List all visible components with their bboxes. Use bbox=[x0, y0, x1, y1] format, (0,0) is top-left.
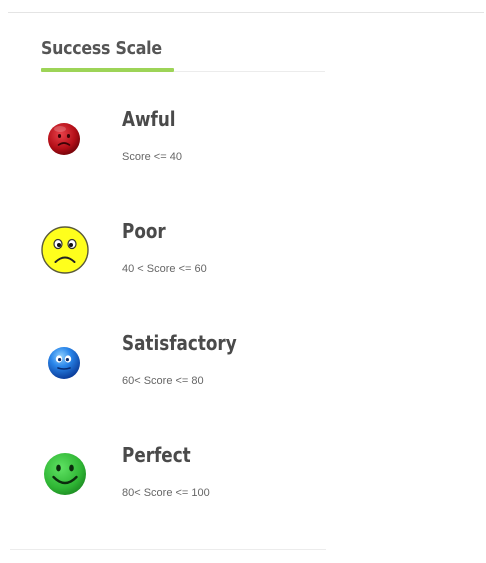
scale-item-range: 60< Score <= 80 bbox=[122, 375, 204, 387]
frowning-yellow-face-icon bbox=[41, 226, 89, 274]
smiling-green-face-icon bbox=[44, 453, 86, 495]
sad-red-face-icon bbox=[48, 123, 80, 155]
scale-item-range: 80< Score <= 100 bbox=[122, 487, 210, 499]
neutral-blue-face-icon bbox=[48, 347, 80, 379]
scale-item-name: Satisfactory bbox=[122, 331, 237, 355]
scale-item-satisfactory: Satisfactory 60< Score <= 80 bbox=[0, 331, 330, 421]
scale-item-perfect: Perfect 80< Score <= 100 bbox=[0, 443, 330, 533]
scale-item-name: Awful bbox=[122, 107, 176, 131]
bottom-divider bbox=[10, 549, 326, 550]
page-title: Success Scale bbox=[41, 38, 162, 59]
scale-item-range: Score <= 40 bbox=[122, 151, 182, 163]
scale-item-awful: Awful Score <= 40 bbox=[0, 107, 330, 197]
scale-item-range: 40 < Score <= 60 bbox=[122, 263, 207, 275]
top-divider bbox=[8, 12, 484, 13]
scale-item-name: Poor bbox=[122, 219, 166, 243]
scale-item-poor: Poor 40 < Score <= 60 bbox=[0, 219, 330, 309]
header-divider bbox=[174, 71, 325, 72]
title-underline bbox=[41, 68, 174, 72]
scale-item-name: Perfect bbox=[122, 443, 191, 467]
